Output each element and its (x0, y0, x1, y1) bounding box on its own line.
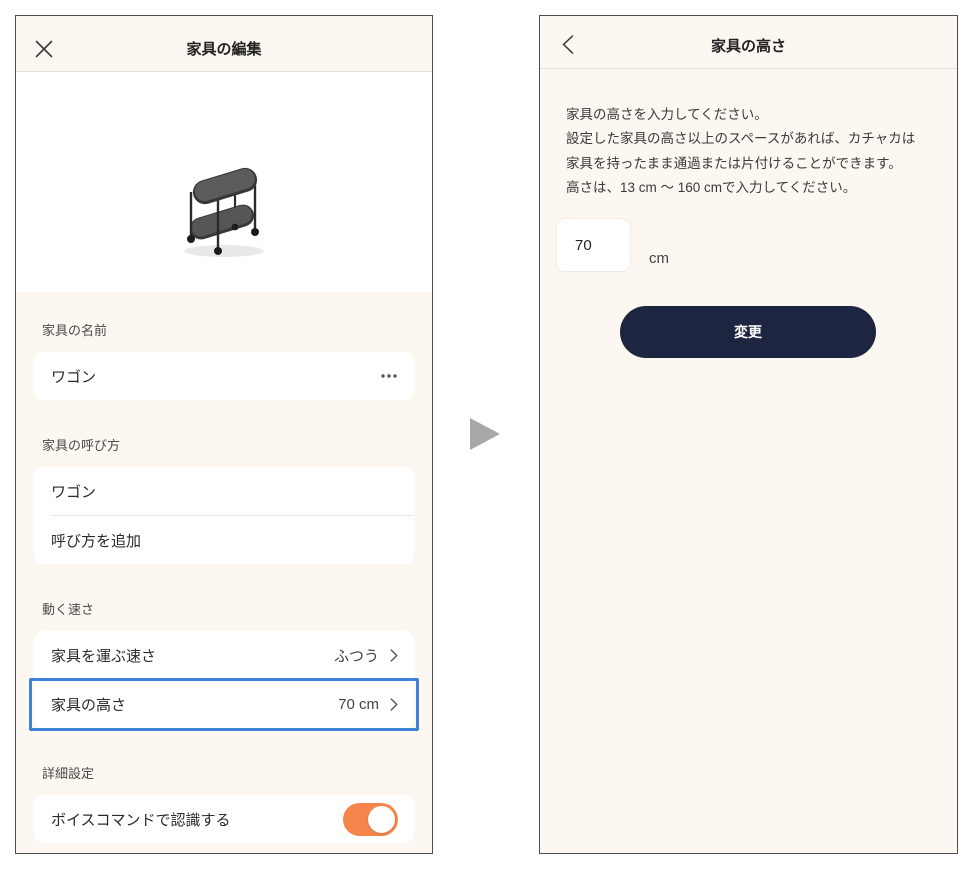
section-label-call-name: 家具の呼び方 (42, 438, 121, 453)
wagon-caster (231, 223, 239, 231)
voice-command-row: ボイスコマンドで認識する (34, 795, 414, 843)
chevron-right-icon (390, 648, 398, 662)
chevron-right-icon (390, 697, 398, 711)
close-button[interactable] (35, 40, 53, 58)
carry-speed-row[interactable]: 家具を運ぶ速さ ふつう (34, 631, 414, 679)
height-input-row: cm (557, 219, 669, 271)
more-dots-icon[interactable] (380, 373, 398, 379)
voice-command-toggle[interactable] (343, 802, 398, 836)
carry-speed-value-group: ふつう (334, 645, 398, 666)
furniture-height-label: 家具の高さ (51, 696, 127, 714)
back-button[interactable] (562, 35, 574, 54)
carry-speed-value: ふつう (333, 647, 379, 665)
furniture-name-row[interactable]: ワゴン (34, 352, 414, 400)
call-name-item[interactable]: ワゴン (34, 467, 414, 515)
furniture-height-row[interactable]: 家具の高さ 70 cm (29, 678, 419, 731)
wagon-caster (214, 247, 222, 255)
carry-speed-label: 家具を運ぶ速さ (51, 647, 157, 665)
advanced-card: ボイスコマンドで認識する (34, 795, 414, 843)
wagon-top-tray (192, 167, 258, 205)
height-screen-header: 家具の高さ (540, 16, 957, 69)
wagon-caster (251, 228, 259, 236)
edit-screen-header: 家具の編集 (16, 16, 432, 72)
section-label-advanced: 詳細設定 (42, 766, 95, 781)
furniture-height-screen: 家具の高さ 家具の高さを入力してください。 設定した家具の高さ以上のスペースがあ… (539, 15, 958, 854)
height-unit-label: cm (649, 250, 669, 267)
wagon-shadow (184, 245, 264, 257)
chevron-left-icon (562, 35, 574, 54)
furniture-height-value-group: 70 cm (338, 696, 398, 713)
edit-furniture-screen: 家具の編集 家具の名前 ワゴン 家具の呼び方 ワゴン 呼び方を追加 動く速さ 家… (15, 15, 433, 854)
wagon-bottom-tray (189, 204, 255, 240)
wagon-image (184, 167, 264, 257)
height-input[interactable] (557, 219, 630, 271)
furniture-height-value: 70 cm (338, 695, 379, 713)
play-triangle-icon (470, 418, 500, 450)
furniture-image-area (16, 72, 432, 292)
height-description: 家具の高さを入力してください。 設定した家具の高さ以上のスペースがあれば、カチャ… (540, 103, 957, 201)
call-name-card: ワゴン 呼び方を追加 (34, 467, 414, 564)
change-button[interactable]: 変更 (620, 306, 876, 358)
call-name-label: ワゴン (51, 483, 97, 501)
toggle-knob (368, 805, 395, 833)
description-line: 家具の高さを入力してください。 (566, 107, 768, 122)
add-call-name-button[interactable]: 呼び方を追加 (34, 516, 414, 564)
description-line: 家具を持ったまま通過または片付けることができます。 (566, 155, 902, 171)
speed-card: 家具を運ぶ速さ ふつう 家具の高さ 70 cm (29, 631, 419, 731)
add-call-name-label: 呼び方を追加 (51, 532, 142, 550)
description-line: 設定した家具の高さ以上のスペースがあれば、カチャカは (566, 131, 916, 147)
page-title: 家具の高さ (710, 37, 786, 55)
furniture-name-value: ワゴン (51, 368, 97, 386)
name-card: ワゴン (34, 352, 414, 400)
page-title: 家具の編集 (186, 41, 262, 58)
section-label-speed: 動く速さ (42, 602, 95, 617)
section-label-name: 家具の名前 (42, 323, 108, 338)
voice-command-label: ボイスコマンドで認識する (51, 811, 231, 829)
close-icon (35, 40, 53, 58)
description-line: 高さは、13 cm 〜 160 cmで入力してください。 (566, 180, 857, 196)
wagon-caster (187, 235, 195, 243)
